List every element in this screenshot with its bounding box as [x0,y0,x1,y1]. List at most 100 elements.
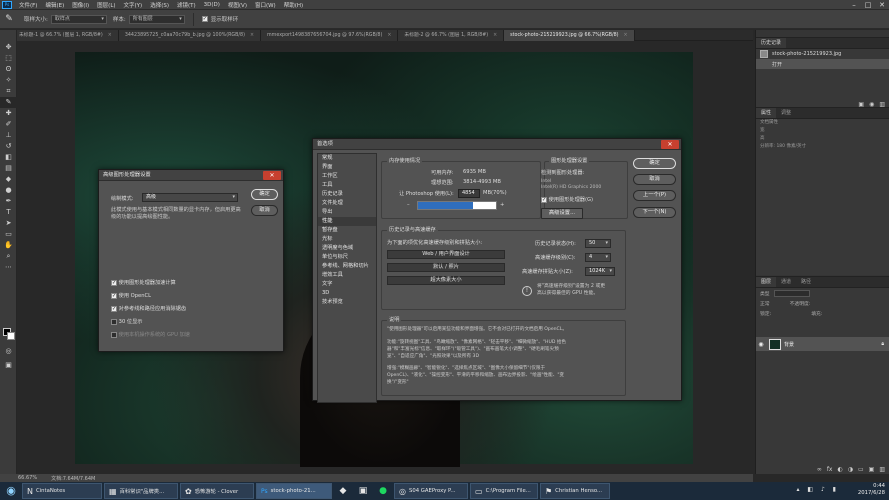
sample-size-select[interactable]: 取样点 [50,14,107,24]
more-tools-icon[interactable]: ⋯ [0,262,17,273]
start-button[interactable]: ◉ [0,482,22,500]
history-snapshot[interactable]: stock-photo-215219923.jpg [756,49,889,59]
fx-icon[interactable]: fx [827,466,833,473]
option-opencl[interactable]: ✓ 使用 OpenCL [111,292,151,299]
tab-document[interactable]: 未标题-1 @ 66.7% (图层 1, RGB/8#) × [13,30,119,41]
system-tray[interactable]: ▴ ◧ ♪ ▮ [796,486,839,493]
ok-button[interactable]: 确定 [251,189,278,200]
preset-default-photos-button[interactable]: 默认 / 照片 [387,263,505,272]
taskbar-clock[interactable]: 0:44 2017/6/28 [858,483,885,497]
brush-tool-icon[interactable]: ✐ [0,119,17,130]
nav-item-cursors[interactable]: 光标 [318,235,376,244]
eye-icon[interactable]: ◉ [756,341,766,348]
menu-type[interactable]: 文字(Y) [120,1,147,9]
close-icon[interactable]: × [108,33,112,38]
layers-filter-select[interactable] [773,289,810,297]
tab-history[interactable]: 历史记录 [756,38,787,48]
memory-slider[interactable] [417,201,497,210]
nav-item-interface[interactable]: 界面 [318,163,376,172]
tab-properties[interactable]: 属性 [756,108,777,118]
option-30bit[interactable]: ✓ 30 位显示 [111,318,142,325]
sample-select[interactable]: 所有图层 [128,14,185,24]
nav-item-workspace[interactable]: 工作区 [318,172,376,181]
menu-3d[interactable]: 3D(D) [200,2,224,8]
history-states-input[interactable]: 50 [585,239,611,248]
zoom-level[interactable]: 66.67% [18,475,37,481]
tab-paths[interactable]: 路径 [796,277,816,287]
trash-icon[interactable]: ▥ [879,466,885,473]
pen-tool-icon[interactable]: ✒ [0,196,17,207]
new-layer-icon[interactable]: ▣ [869,466,875,473]
taskbar-app-icon[interactable]: ▣ [354,483,372,499]
close-icon[interactable]: × [250,33,254,38]
next-button[interactable]: 下一个(N) [633,207,676,218]
screen-mode-icon[interactable]: ▣ [0,360,17,371]
menu-select[interactable]: 选择(S) [146,1,173,9]
memory-plus-icon[interactable]: + [500,202,504,208]
close-icon[interactable]: ✕ [661,140,679,149]
ok-button[interactable]: 确定 [633,158,676,169]
mask-icon[interactable]: ◐ [837,466,842,473]
nav-item-3d[interactable]: 3D [318,289,376,298]
option-antialias-guides[interactable]: ✓ 对参考线和路径应用消除锯齿 [111,305,186,312]
taskbar-app-cmd[interactable]: ▭ C:\Program File... [470,483,538,499]
crop-tool-icon[interactable]: ⌗ [0,86,17,97]
checkbox[interactable]: ✓ [111,292,117,299]
use-gpu-option[interactable]: ✓ 使用图形处理器(G) [541,196,593,203]
folder-icon[interactable]: ▭ [858,466,864,473]
preset-web-ui-button[interactable]: Web / 用户界面设计 [387,250,505,259]
background-color-swatch[interactable] [7,332,15,340]
move-tool-icon[interactable]: ✥ [0,42,17,53]
nav-item-performance[interactable]: 性能 [318,217,376,226]
rectangle-tool-icon[interactable]: ▭ [0,229,17,240]
minimize-icon[interactable]: – [847,0,861,10]
taskbar-app-browser[interactable]: ▦ 百科常识"品牌类... [104,483,178,499]
close-icon[interactable]: × [624,33,628,38]
history-item-open[interactable]: 打开 [756,59,889,69]
eyedropper-tool-icon[interactable]: ✎ [0,97,17,108]
taskbar-app-cintanotes[interactable]: N CintaNotes [22,483,102,499]
checkbox[interactable]: ✓ [111,318,117,325]
tab-document-active[interactable]: stock-photo-215219923.jpg @ 66.7%(RGB/8)… [504,30,635,41]
type-tool-icon[interactable]: T [0,207,17,218]
tab-document[interactable]: mmexport1498387656704.jpg @ 97.6%(RGB/8)… [260,30,399,41]
menu-filter[interactable]: 滤镜(T) [173,1,200,9]
path-select-tool-icon[interactable]: ➤ [0,218,17,229]
cancel-button[interactable]: 取消 [633,174,676,185]
zoom-tool-icon[interactable]: ⌕ [0,251,17,262]
dodge-tool-icon[interactable]: ● [0,185,17,196]
quick-mask-icon[interactable]: ◎ [0,346,17,357]
close-icon[interactable]: ✕ [875,0,889,10]
menu-file[interactable]: 文件(F) [15,1,41,9]
close-icon[interactable]: × [387,33,391,38]
tab-document[interactable]: 34423895725_c0aa70c79b_b.jpg @ 100%(RGB/… [118,30,261,41]
close-icon[interactable]: × [493,33,497,38]
blur-tool-icon[interactable]: ◆ [0,174,17,185]
doc-size[interactable]: 文档:7.64M/7.64M [51,475,95,482]
memory-minus-icon[interactable]: – [407,202,410,208]
nav-item-tools[interactable]: 工具 [318,181,376,190]
prev-button[interactable]: 上一个(P) [633,190,676,201]
blend-mode-select[interactable]: 正常 [760,300,770,307]
taskbar-app-clover[interactable]: ✿ 恐怖游轮 - Clover [180,483,254,499]
checkbox[interactable]: ✓ [111,279,117,286]
memory-usage-input[interactable]: 4854 [458,189,480,198]
checkbox[interactable]: ✓ [111,305,117,312]
nav-item-guides-grid[interactable]: 参考线、网格和切片 [318,262,376,271]
menu-edit[interactable]: 编辑(E) [41,1,68,9]
history-brush-tool-icon[interactable]: ↺ [0,141,17,152]
nav-item-file-handling[interactable]: 文件处理 [318,199,376,208]
nav-item-general[interactable]: 常规 [318,154,376,163]
taskbar-app-photoshop[interactable]: Ps stock-photo-21... [256,483,332,499]
layers-kind-label[interactable]: 类型 [760,290,770,297]
use-gpu-checkbox[interactable]: ✓ [541,196,547,203]
tab-document[interactable]: 未标题-2 @ 66.7% (图层 1, RGB/8#) × [398,30,505,41]
menu-layer[interactable]: 图层(L) [93,1,119,9]
link-icon[interactable]: ∞ [817,466,822,473]
hand-tool-icon[interactable]: ✋ [0,240,17,251]
marquee-tool-icon[interactable]: ⬚ [0,53,17,64]
show-ring-checkbox[interactable]: ✓ [201,16,208,22]
cancel-button[interactable]: 取消 [251,205,278,216]
nav-item-export[interactable]: 导出 [318,208,376,217]
taskbar-app-music[interactable]: ⚑ Christian Henso... [540,483,610,499]
